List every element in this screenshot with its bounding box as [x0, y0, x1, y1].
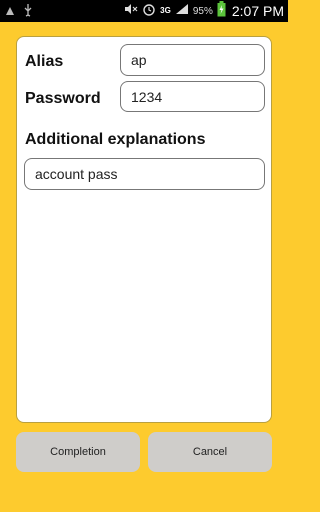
status-bar-left — [4, 3, 34, 22]
alias-label: Alias — [25, 53, 64, 70]
explanations-label: Additional explanations — [25, 131, 206, 148]
completion-button[interactable]: Completion — [16, 432, 140, 472]
status-bar: 3G 95% 2:07 PM — [0, 0, 288, 22]
battery-charging-icon — [217, 0, 226, 22]
status-bar-right: 3G 95% 2:07 PM — [124, 0, 284, 22]
network-type: 3G — [160, 6, 171, 15]
notification-icon — [4, 4, 16, 22]
mute-icon — [124, 2, 138, 20]
password-label: Password — [25, 90, 101, 107]
usb-icon — [22, 3, 34, 22]
alias-field[interactable]: ap — [120, 44, 265, 76]
form-card: Alias ap Password 1234 Additional explan… — [16, 36, 272, 423]
alarm-icon — [142, 2, 156, 21]
clock: 2:07 PM — [231, 3, 284, 19]
battery-percent: 95% — [192, 5, 213, 17]
cancel-button[interactable]: Cancel — [148, 432, 272, 472]
password-field[interactable]: 1234 — [120, 81, 265, 112]
signal-icon — [175, 2, 189, 20]
explanations-field[interactable]: account pass — [24, 158, 265, 190]
